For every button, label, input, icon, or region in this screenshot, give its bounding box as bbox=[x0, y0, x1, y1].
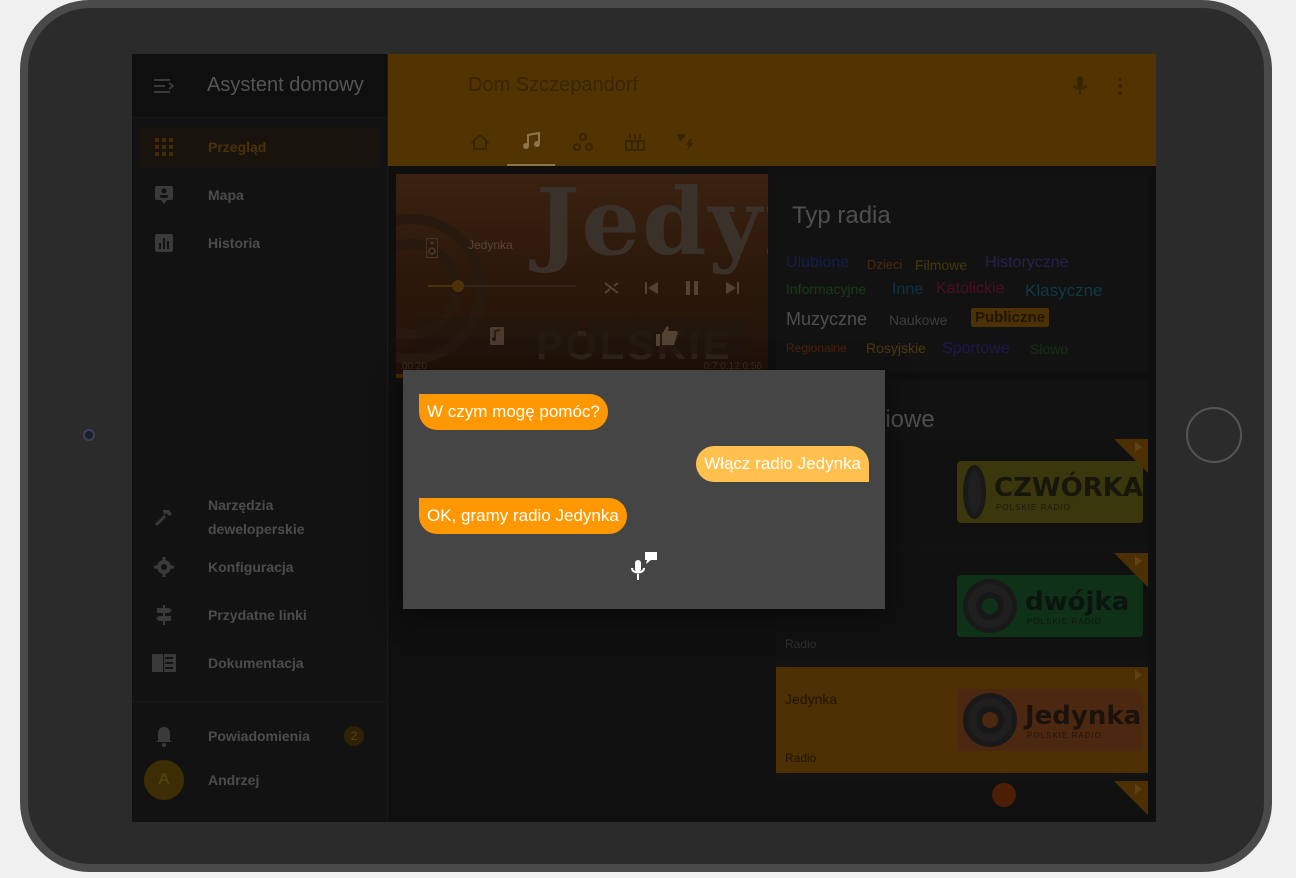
user-message: Włącz radio Jedynka bbox=[696, 446, 869, 482]
voice-dialog: W czym mogę pomóc? Włącz radio Jedynka O… bbox=[403, 370, 885, 609]
home-button[interactable] bbox=[1186, 407, 1242, 463]
microphone-message-icon bbox=[631, 552, 657, 580]
voice-input-button[interactable] bbox=[625, 548, 661, 584]
camera-icon bbox=[83, 429, 95, 441]
assistant-message: OK, gramy radio Jedynka bbox=[419, 498, 627, 534]
app-screen: Asystent domowy Przegląd Mapa Historia N… bbox=[132, 54, 1156, 822]
assistant-message: W czym mogę pomóc? bbox=[419, 394, 608, 430]
